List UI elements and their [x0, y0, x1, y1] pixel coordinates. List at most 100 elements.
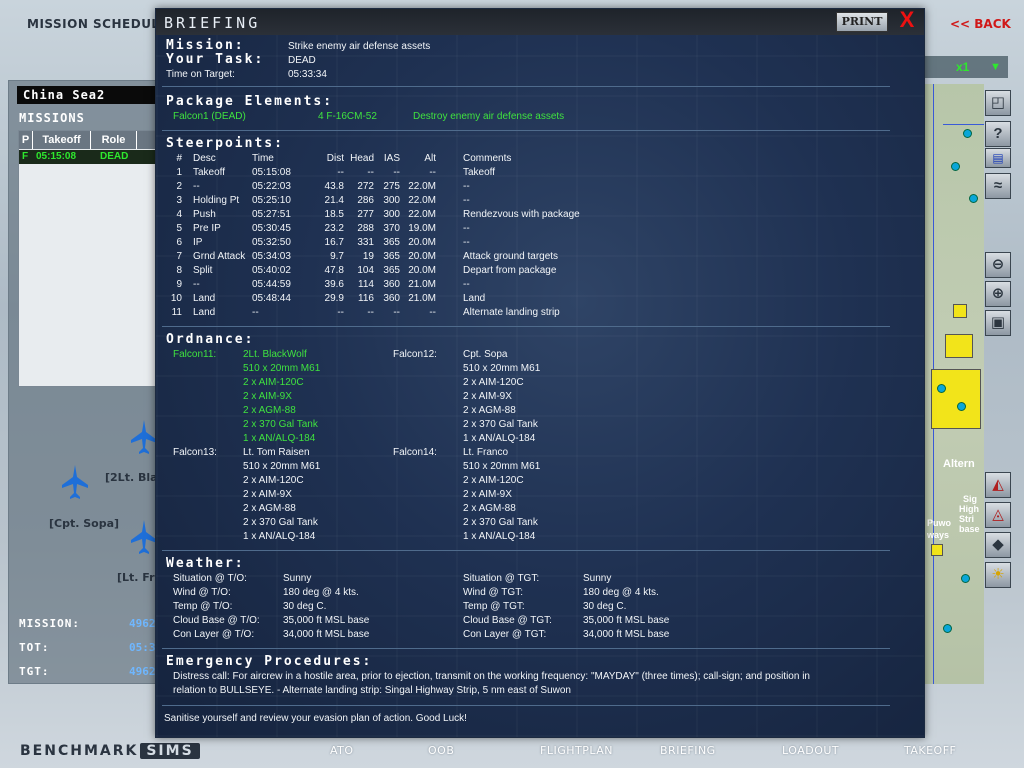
map-marker[interactable]: [943, 624, 952, 633]
ordnance-item: 510 x 20mm M61: [463, 461, 541, 472]
map-marker[interactable]: [969, 194, 978, 203]
mission-row[interactable]: F 05:15:08 DEAD: [19, 150, 158, 164]
weather-value: 180 deg @ 4 kts.: [583, 587, 659, 598]
tot-value: 05:33:34: [288, 69, 327, 80]
steerpoint-ias: 360: [383, 293, 400, 304]
steerpoint-time: 05:22:03: [252, 181, 291, 192]
logo-sims-text: SIMS: [140, 743, 200, 759]
steerpoint-number: 1: [176, 167, 182, 178]
nav-loadout[interactable]: LOADOUT: [782, 744, 839, 757]
steerpoint-time: 05:34:03: [252, 251, 291, 262]
ordnance-item: 2 x AIM-9X: [243, 489, 292, 500]
ordnance-heading: Ordnance:: [166, 332, 255, 347]
zoom-out-icon[interactable]: ⊖: [985, 252, 1011, 278]
tot-label: Time on Target:: [166, 69, 235, 80]
map-view[interactable]: Altern Sig High Stri Puwo base ways: [922, 84, 984, 684]
steerpoint-heading: 286: [357, 195, 374, 206]
aircraft-icon[interactable]: [131, 520, 157, 554]
aircraft-icon[interactable]: [62, 465, 88, 499]
steerpoint-alt: --: [429, 307, 436, 318]
ordnance-item: 2 x AGM-88: [243, 503, 296, 514]
column-header-role[interactable]: Role: [91, 131, 137, 149]
ordnance-item: 2 x AIM-9X: [243, 391, 292, 402]
ordnance-item: 2 x AIM-120C: [243, 475, 304, 486]
ordnance-item: 2 x AIM-120C: [243, 377, 304, 388]
steerpoint-comment: Attack ground targets: [463, 251, 559, 262]
waves-icon[interactable]: ≈: [985, 173, 1011, 199]
weather-value: Sunny: [283, 573, 312, 584]
unit-icon[interactable]: ◆: [985, 532, 1011, 558]
fit-icon[interactable]: ▣: [985, 310, 1011, 336]
map-marker[interactable]: [957, 402, 966, 411]
steerpoint-number: 9: [176, 279, 182, 290]
map-airbase-marker[interactable]: [945, 334, 973, 358]
zoom-in-icon[interactable]: ⊕: [985, 281, 1011, 307]
nav-briefing[interactable]: BRIEFING: [660, 744, 716, 757]
map-label: Sig: [963, 494, 978, 504]
map-marker[interactable]: [963, 129, 972, 138]
threat2-icon[interactable]: ◬: [985, 502, 1011, 528]
steerpoint-dist: 16.7: [324, 237, 344, 248]
map-airbase-marker[interactable]: [953, 304, 967, 318]
help-icon[interactable]: ?: [985, 121, 1011, 147]
column-header-package[interactable]: P: [19, 131, 33, 149]
briefing-title: BRIEFING: [164, 14, 261, 32]
map-airbase-marker[interactable]: [931, 544, 943, 556]
nav-flightplan[interactable]: FLIGHTPLAN: [540, 744, 613, 757]
flight-callsign: Falcon12:: [393, 349, 437, 360]
column-header-head: Head: [350, 153, 374, 164]
ordnance-item: 2 x AGM-88: [243, 405, 296, 416]
flight-callsign: Falcon13:: [173, 447, 217, 458]
map-label: Altern: [943, 458, 975, 470]
steerpoint-time: 05:32:50: [252, 237, 291, 248]
nav-oob[interactable]: OOB: [428, 744, 454, 757]
map-marker[interactable]: [937, 384, 946, 393]
steerpoint-desc: IP: [193, 237, 203, 248]
map-marker[interactable]: [951, 162, 960, 171]
steerpoint-desc: Split: [193, 265, 213, 276]
zoom-dropdown-icon[interactable]: ▼: [990, 61, 1001, 73]
mission-field-label: MISSION:: [19, 617, 80, 630]
column-header-alt: Alt: [424, 153, 436, 164]
flight-pilot: Lt. Tom Raisen: [243, 447, 310, 458]
steerpoint-comment: --: [463, 279, 470, 290]
steerpoint-ias: --: [393, 307, 400, 318]
ordnance-item: 2 x AIM-9X: [463, 489, 512, 500]
steerpoint-desc: Land: [193, 307, 216, 318]
map-marker[interactable]: [961, 574, 970, 583]
briefing-titlebar[interactable]: BRIEFING PRINT X: [156, 9, 924, 35]
back-button[interactable]: << BACK: [950, 17, 1011, 31]
steerpoint-comment: Depart from package: [463, 265, 557, 276]
steerpoint-dist: 21.4: [324, 195, 344, 206]
ordnance-item: 2 x 370 Gal Tank: [243, 517, 318, 528]
print-button[interactable]: PRINT: [836, 12, 888, 32]
steerpoint-desc: Land: [193, 293, 216, 304]
steerpoint-alt: 19.0M: [408, 223, 436, 234]
select-icon[interactable]: ◰: [985, 90, 1011, 116]
steerpoint-comment: --: [463, 223, 470, 234]
aircraft-icon[interactable]: [131, 420, 157, 454]
steerpoint-number: 5: [176, 223, 182, 234]
ordnance-item: 2 x 370 Gal Tank: [463, 419, 538, 430]
steerpoint-dist: 18.5: [324, 209, 344, 220]
nav-ato[interactable]: ATO: [330, 744, 354, 757]
close-button[interactable]: X: [896, 9, 918, 32]
steerpoint-comment: --: [463, 181, 470, 192]
section-divider: [162, 648, 890, 649]
steerpoint-alt: 22.0M: [408, 209, 436, 220]
ordnance-item: 1 x AN/ALQ-184: [463, 531, 536, 542]
weather-value: 34,000 ft MSL base: [583, 629, 670, 640]
threat-icon[interactable]: ◭: [985, 472, 1011, 498]
map-label: ways: [927, 530, 950, 540]
column-header-takeoff[interactable]: Takeoff: [33, 131, 91, 149]
steerpoint-dist: --: [337, 167, 344, 178]
map-airbase-marker[interactable]: [931, 369, 981, 429]
steerpoint-ias: 300: [383, 195, 400, 206]
map-label: Stri: [959, 514, 975, 524]
map-label: Puwo: [927, 518, 951, 528]
section-divider: [162, 705, 890, 706]
tgt-field-label: TGT:: [19, 665, 50, 678]
nav-takeoff[interactable]: TAKEOFF: [904, 744, 956, 757]
flag-icon[interactable]: ▤: [985, 148, 1011, 168]
weather-icon[interactable]: ☀: [985, 562, 1011, 588]
